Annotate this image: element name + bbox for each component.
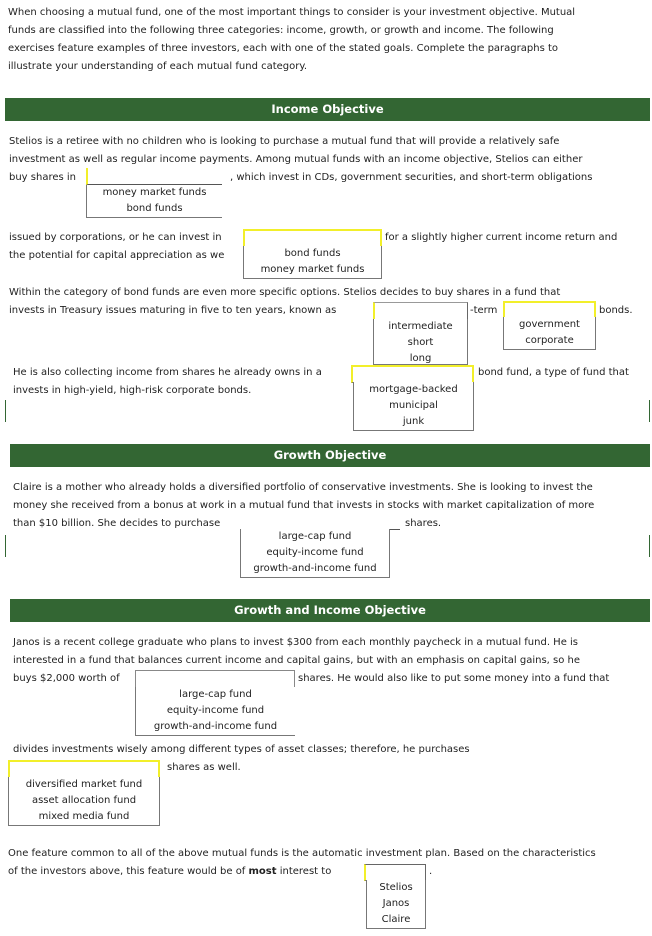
text: invests in high-yield, high-risk corpora… [13,385,252,396]
page: When choosing a mutual fund, one of the … [0,0,652,936]
option[interactable]: Claire [367,912,425,928]
option[interactable]: short [374,335,467,351]
text: -term [470,305,498,316]
option[interactable]: large-cap fund [241,529,389,545]
income-fund-dropdown-1[interactable] [86,168,222,185]
text: investment as well as regular income pay… [9,154,583,165]
growth-fund-dropdown[interactable] [240,513,400,530]
text: He is also collecting income from shares… [13,367,322,378]
text: One feature common to all of the above m… [8,848,596,859]
divider [649,400,650,422]
text: for a slightly higher current income ret… [385,232,618,243]
text: than $10 billion. She decides to purchas… [13,518,221,529]
intro-line: exercises feature examples of three inve… [8,43,558,54]
option[interactable]: junk [354,414,473,430]
option[interactable]: large-cap fund [136,687,295,703]
dropdown-1-options: money market funds bond funds [86,185,222,218]
option[interactable]: asset allocation fund [9,793,159,809]
bond-fund-dropdown[interactable] [351,365,474,383]
option[interactable]: mortgage-backed [354,382,473,398]
income-header: Income Objective [5,98,650,121]
intro-line: funds are classified into the following … [8,25,554,36]
option[interactable]: money market funds [87,185,222,201]
investor-dropdown[interactable] [364,864,426,881]
option[interactable]: bond funds [244,246,381,262]
text: invests in Treasury issues maturing in f… [9,305,337,316]
text: of the investors above, this feature wou… [8,865,331,879]
text: shares as well. [167,762,241,773]
text: money she received from a bonus at work … [13,500,595,511]
bond-type-dropdown[interactable] [503,301,596,318]
growth-header: Growth Objective [10,444,650,467]
divider [5,400,6,422]
text: bond fund, a type of fund that [478,367,629,378]
text: Claire is a mother who already holds a d… [13,482,593,493]
option[interactable]: growth-and-income fund [136,719,295,735]
growth-fund-options: large-cap fund equity-income fund growth… [240,529,390,578]
option[interactable]: bond funds [87,201,222,217]
text: issued by corporations, or he can invest… [9,232,222,243]
dropdown-2-options: bond funds money market funds [243,246,382,279]
bond-type-options: government corporate [503,317,596,350]
growth-income-options-1: large-cap fund equity-income fund growth… [135,687,295,736]
term-options: intermediate short long [373,319,468,365]
option[interactable]: money market funds [244,262,381,278]
text: interest to [276,866,332,877]
option[interactable]: Janos [367,896,425,912]
investor-options: Stelios Janos Claire [366,880,426,929]
divider [649,535,650,557]
growth-income-dropdown-1[interactable] [135,670,295,688]
text: bonds. [599,305,633,316]
growth-income-header: Growth and Income Objective [10,599,650,622]
option[interactable]: mixed media fund [9,809,159,825]
emphasis: most [248,866,277,877]
text: buy shares in [9,172,77,183]
option[interactable]: government [504,317,595,333]
growth-income-dropdown-2[interactable] [8,760,160,778]
text: buys $2,000 worth of [13,673,120,684]
divider [5,535,6,557]
bond-fund-options: mortgage-backed municipal junk [353,382,474,431]
text: of the investors above, this feature wou… [8,866,249,877]
text: interested in a fund that balances curre… [13,655,581,666]
income-fund-dropdown-2[interactable] [243,229,382,247]
text: divides investments wisely among differe… [13,744,470,755]
option[interactable]: long [374,351,467,364]
option[interactable]: municipal [354,398,473,414]
option[interactable]: equity-income fund [241,545,389,561]
text: . [429,866,433,877]
option[interactable]: intermediate [374,319,467,335]
option[interactable]: growth-and-income fund [241,561,389,577]
text: Stelios is a retiree with no children wh… [9,136,560,147]
text: the potential for capital appreciation a… [9,250,225,261]
option[interactable]: Stelios [367,880,425,896]
text: shares. [405,518,442,529]
growth-income-options-2: diversified market fund asset allocation… [8,777,160,826]
intro-line: When choosing a mutual fund, one of the … [8,7,576,18]
intro-line: illustrate your understanding of each mu… [8,61,308,72]
option[interactable]: diversified market fund [9,777,159,793]
text: Within the category of bond funds are ev… [9,287,561,298]
text: , which invest in CDs, government securi… [230,172,593,183]
text: Janos is a recent college graduate who p… [13,637,579,648]
term-dropdown[interactable] [373,302,468,320]
option[interactable]: equity-income fund [136,703,295,719]
option[interactable]: corporate [504,333,595,349]
text: shares. He would also like to put some m… [298,673,610,684]
